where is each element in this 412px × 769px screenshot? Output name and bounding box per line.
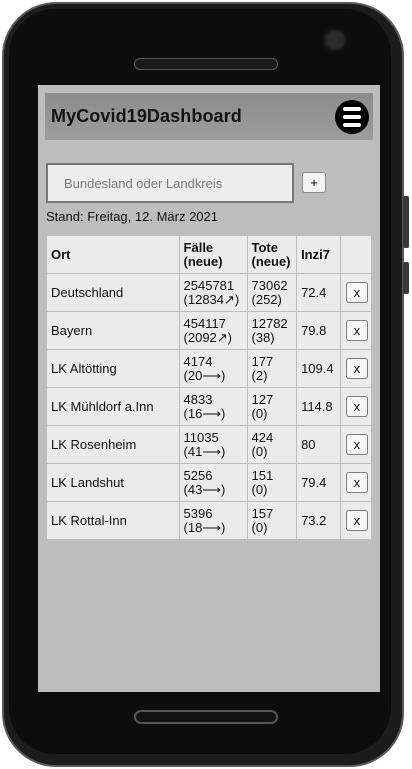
cell-faelle: 5396 (18⟶) [178, 501, 248, 540]
remove-button[interactable]: x [345, 282, 368, 303]
status-date: Stand: Freitag, 12. März 2021 [46, 209, 218, 224]
header-faelle: Fälle (neue) [178, 235, 248, 274]
cell-ort: Bayern [46, 311, 180, 350]
app-screen: MyCovid19Dashboard + Stand: Freitag, 12.… [38, 85, 380, 692]
table-row: Bayern 454117 (2092↗) 12782 (38) 79.8 x [46, 311, 373, 350]
cell-action: x [339, 311, 373, 350]
cell-inzi: 72.4 [296, 273, 341, 312]
table-row: LK Mühldorf a.Inn 4833 (16⟶) 127 (0) 114.8… [46, 387, 373, 426]
remove-button[interactable]: x [345, 320, 368, 341]
cell-faelle: 4833 (16⟶) [178, 387, 248, 426]
header-tote: Tote (neue) [246, 235, 298, 274]
cell-tote: 177 (2) [246, 349, 298, 388]
cell-ort: LK Rottal-Inn [46, 501, 180, 540]
app-title: MyCovid19Dashboard [51, 106, 242, 126]
cell-action: x [339, 273, 373, 312]
cell-tote: 127 (0) [246, 387, 298, 426]
cell-action: x [339, 501, 373, 540]
cell-faelle: 11035 (41⟶) [178, 425, 248, 464]
home-button[interactable] [134, 710, 278, 724]
cell-inzi: 73.2 [296, 501, 341, 540]
covid-table: Ort Fälle (neue) Tote (neue) Inzi7 Deutsch… [46, 235, 373, 540]
table-row: LK Rosenheim 11035 (41⟶) 424 (0) 80 x [46, 425, 373, 464]
cell-action: x [339, 425, 373, 464]
menu-line [343, 123, 361, 127]
remove-button[interactable]: x [345, 434, 368, 455]
remove-button[interactable]: x [345, 472, 368, 493]
table-row: Deutschland 2545781 (12834↗) 73062 (252) 7… [46, 273, 373, 312]
header-inzi: Inzi7 [296, 235, 341, 274]
cell-tote: 73062 (252) [246, 273, 298, 312]
search-input[interactable] [48, 165, 292, 201]
add-button[interactable]: + [302, 172, 326, 193]
cell-action: x [339, 463, 373, 502]
cell-tote: 12782 (38) [246, 311, 298, 350]
cell-faelle: 5256 (43⟶) [178, 463, 248, 502]
cell-faelle: 2545781 (12834↗) [178, 273, 248, 312]
table-row: LK Landshut 5256 (43⟶) 151 (0) 79.4 x [46, 463, 373, 502]
remove-button[interactable]: x [345, 396, 368, 417]
cell-inzi: 79.4 [296, 463, 341, 502]
power-button [403, 262, 409, 294]
cell-ort: LK Rosenheim [46, 425, 180, 464]
cell-tote: 157 (0) [246, 501, 298, 540]
cell-ort: LK Landshut [46, 463, 180, 502]
cell-ort: Deutschland [46, 273, 180, 312]
table-row: LK Rottal-Inn 5396 (18⟶) 157 (0) 73.2 x [46, 501, 373, 540]
cell-inzi: 80 [296, 425, 341, 464]
cell-tote: 424 (0) [246, 425, 298, 464]
app-header: MyCovid19Dashboard [45, 93, 373, 140]
cell-inzi: 79.8 [296, 311, 341, 350]
cell-action: x [339, 349, 373, 388]
camera-icon [322, 27, 348, 53]
cell-inzi: 114.8 [296, 387, 341, 426]
volume-button [403, 196, 409, 248]
table-header-row: Ort Fälle (neue) Tote (neue) Inzi7 [46, 235, 373, 274]
menu-line [343, 115, 361, 119]
cell-faelle: 454117 (2092↗) [178, 311, 248, 350]
hamburger-menu-icon[interactable] [335, 100, 369, 134]
header-action [339, 235, 373, 274]
cell-faelle: 4174 (20⟶) [178, 349, 248, 388]
speaker-grille [134, 58, 278, 70]
table-row: LK Altötting 4174 (20⟶) 177 (2) 109.4 x [46, 349, 373, 388]
cell-ort: LK Altötting [46, 349, 180, 388]
search-box [46, 163, 294, 203]
header-ort: Ort [46, 235, 180, 274]
cell-tote: 151 (0) [246, 463, 298, 502]
cell-ort: LK Mühldorf a.Inn [46, 387, 180, 426]
cell-action: x [339, 387, 373, 426]
remove-button[interactable]: x [345, 510, 368, 531]
menu-line [343, 107, 361, 111]
cell-inzi: 109.4 [296, 349, 341, 388]
remove-button[interactable]: x [345, 358, 368, 379]
